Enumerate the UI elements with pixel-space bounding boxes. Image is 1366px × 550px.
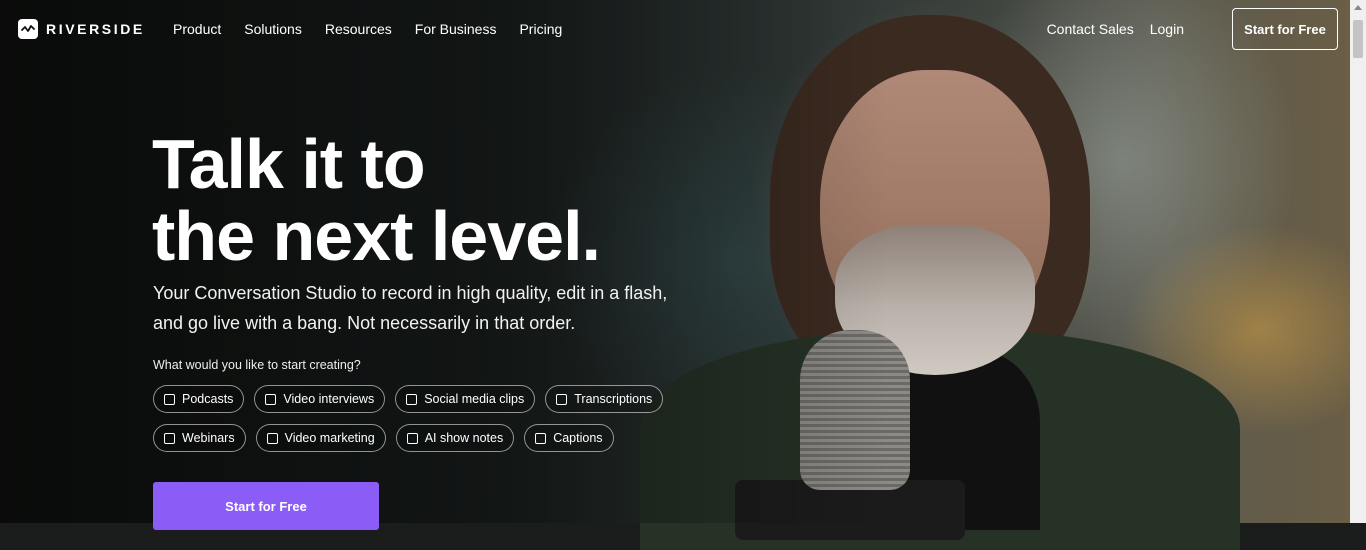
- checkbox-icon[interactable]: [406, 393, 418, 405]
- nav-for-business[interactable]: For Business: [415, 21, 497, 37]
- checkbox-icon[interactable]: [406, 432, 418, 444]
- brand-name: RIVERSIDE: [46, 21, 145, 37]
- nav-pricing[interactable]: Pricing: [519, 21, 562, 37]
- login-link[interactable]: Login: [1150, 21, 1184, 37]
- option-label: AI show notes: [424, 431, 504, 445]
- scroll-up-arrow-icon[interactable]: [1354, 5, 1362, 10]
- option-video-marketing[interactable]: Video marketing: [255, 424, 386, 452]
- option-ai-show-notes[interactable]: AI show notes: [395, 424, 515, 452]
- checkbox-icon[interactable]: [164, 432, 175, 444]
- option-label: Video marketing: [284, 431, 375, 445]
- option-label: Transcriptions: [574, 392, 653, 406]
- waveform-icon: [18, 19, 38, 39]
- nav-product[interactable]: Product: [173, 21, 221, 37]
- nav-actions: Contact Sales Login Start for Free: [1047, 8, 1338, 50]
- page-scrollbar[interactable]: [1350, 0, 1366, 523]
- scrollbar-thumb[interactable]: [1353, 20, 1363, 58]
- nav-resources[interactable]: Resources: [325, 21, 392, 37]
- creation-question: What would you like to start creating?: [153, 358, 361, 372]
- option-podcasts[interactable]: Podcasts: [153, 385, 245, 413]
- checkbox-icon[interactable]: [556, 393, 568, 405]
- checkbox-icon[interactable]: [164, 393, 175, 405]
- start-for-free-nav-button[interactable]: Start for Free: [1232, 8, 1338, 50]
- checkbox-icon[interactable]: [535, 432, 547, 444]
- option-label: Social media clips: [424, 392, 525, 406]
- headline-line-1: Talk it to: [152, 125, 426, 203]
- option-social-media-clips[interactable]: Social media clips: [395, 385, 536, 413]
- options-row: Podcasts Video interviews Social media c…: [153, 385, 713, 413]
- option-label: Podcasts: [182, 392, 234, 406]
- creation-options: Podcasts Video interviews Social media c…: [153, 385, 713, 463]
- option-label: Webinars: [182, 431, 235, 445]
- option-webinars[interactable]: Webinars: [153, 424, 246, 452]
- option-captions[interactable]: Captions: [524, 424, 614, 452]
- subhead-line-2: and go live with a bang. Not necessarily…: [153, 313, 576, 333]
- options-row: Webinars Video marketing AI show notes C…: [153, 424, 713, 452]
- brand-logo[interactable]: RIVERSIDE: [18, 19, 145, 39]
- subhead-line-1: Your Conversation Studio to record in hi…: [153, 283, 668, 303]
- hero-subheading: Your Conversation Studio to record in hi…: [153, 278, 713, 338]
- option-video-interviews[interactable]: Video interviews: [254, 385, 386, 413]
- headline-line-2: the next level.: [152, 197, 601, 275]
- hero-headline: Talk it to the next level.: [152, 125, 601, 275]
- top-navigation: RIVERSIDE Product Solutions Resources Fo…: [0, 0, 1366, 60]
- checkbox-icon[interactable]: [266, 432, 278, 444]
- option-label: Video interviews: [283, 392, 375, 406]
- checkbox-icon[interactable]: [265, 393, 277, 405]
- contact-sales-link[interactable]: Contact Sales: [1047, 21, 1134, 37]
- option-label: Captions: [553, 431, 603, 445]
- nav-solutions[interactable]: Solutions: [244, 21, 302, 37]
- main-menu: Product Solutions Resources For Business…: [173, 21, 585, 37]
- option-transcriptions[interactable]: Transcriptions: [545, 385, 664, 413]
